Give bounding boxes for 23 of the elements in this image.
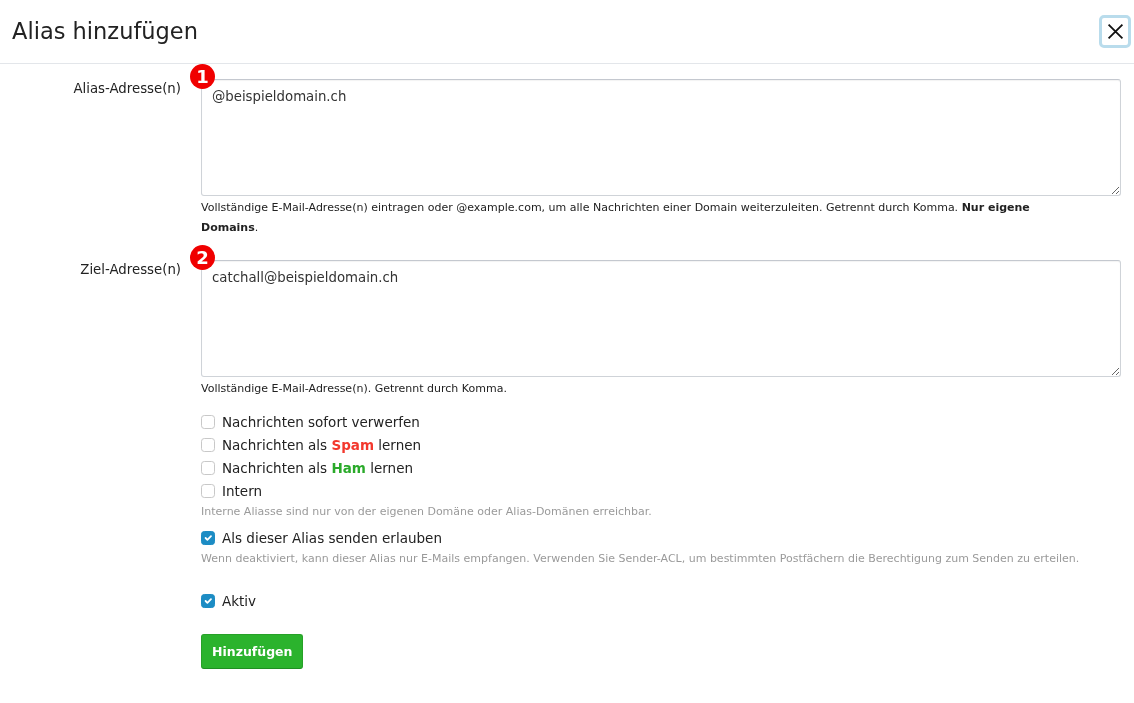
checkbox-label: Intern [222,481,262,501]
field-label: Alias-Adresse(n) [72,80,181,98]
checkbox-label: Nachrichten als Spam lernen [222,435,422,455]
number-marker: 2 [190,245,215,270]
checkbox[interactable] [201,593,215,608]
help-text: Vollständige E-Mail-Adresse(n) eintragen oder @example.com, um alle Nachrichten einer Domain weiterzuleiten. Getrennt durch Komma. Nur eigene Domains. [201,200,1031,236]
checkbox[interactable] [201,530,215,545]
checkbox[interactable] [201,460,215,475]
help-text: Interne Aliasse sind nur von der eigenen Domäne oder Alias-Domänen erreichbar. [201,504,653,520]
help-text: Wenn deaktiviert, kann dieser Alias nur E-Mails empfangen. Verwenden Sie Sender-ACL, um bestimmten Postfächern die Berechtigung zum Senden zu erteilen. [201,551,1081,567]
dialog-title: Alias hinzufügen [12,18,198,45]
checkbox-label: Nachrichten sofort verwerfen [222,412,420,432]
help-text: Vollständige E-Mail-Adresse(n). Getrennt durch Komma. [201,381,508,397]
checkbox-label: Aktiv [222,591,257,611]
close-button[interactable] [1099,15,1131,48]
checkbox-label: Nachrichten als Ham lernen [222,458,413,478]
field-label: Ziel-Adresse(n) [79,261,181,279]
close-icon [1106,23,1124,40]
checkbox[interactable] [201,483,215,498]
checkbox[interactable] [201,437,215,452]
number-marker: 1 [190,64,215,89]
checkbox[interactable] [201,414,215,429]
checkbox-label: Als dieser Alias senden erlauben [222,528,442,548]
